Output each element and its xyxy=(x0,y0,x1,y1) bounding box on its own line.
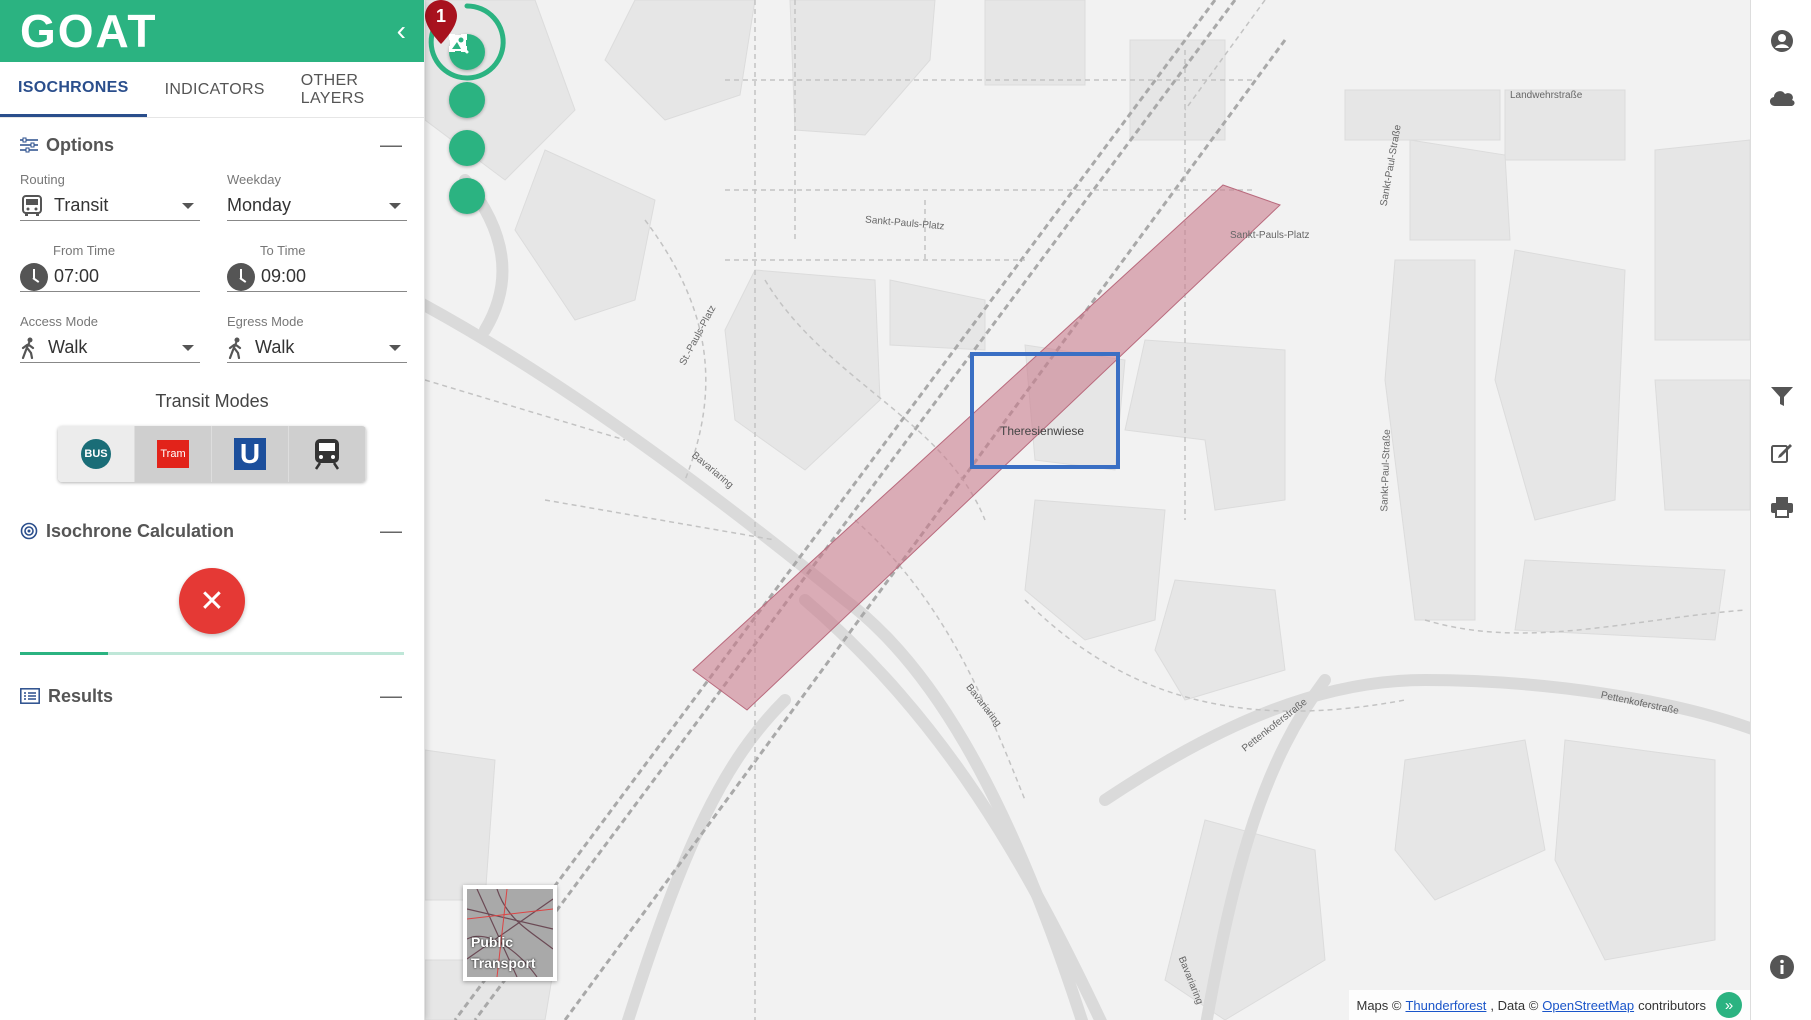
from-time-label: From Time xyxy=(53,243,116,258)
access-mode-label: Access Mode xyxy=(20,314,99,329)
print-button[interactable] xyxy=(1767,492,1797,522)
target-icon xyxy=(20,522,38,540)
egress-mode-value: Walk xyxy=(255,337,295,357)
train-icon xyxy=(314,439,340,470)
progress-fill xyxy=(20,652,109,655)
egress-mode-label: Egress Mode xyxy=(227,314,304,329)
clock-icon xyxy=(227,262,255,291)
mode-ubahn-button[interactable]: U xyxy=(212,426,289,482)
station-label: Theresienwiese xyxy=(1000,424,1085,438)
chevron-down-icon xyxy=(389,344,401,351)
close-icon: ✕ xyxy=(199,584,225,618)
routing-value: Transit xyxy=(54,195,109,215)
options-title: Options xyxy=(46,134,114,155)
cloud-button[interactable] xyxy=(1767,82,1797,112)
mode-tram-button[interactable]: Tram xyxy=(135,426,212,482)
attribution-suffix: contributors xyxy=(1638,997,1706,1013)
isochrone-calculation-header[interactable]: Isochrone Calculation — xyxy=(0,504,424,558)
to-time-label: To Time xyxy=(260,243,306,258)
results-title: Results xyxy=(48,685,114,706)
walk-icon xyxy=(21,337,35,359)
marker-number: 1 xyxy=(436,6,446,26)
list-icon xyxy=(20,688,40,704)
tab-bar: ISOCHRONES INDICATORS OTHER LAYERS xyxy=(0,62,424,118)
weekday-value: Monday xyxy=(227,195,292,215)
chevron-down-icon xyxy=(182,344,194,351)
basemap-label: Public Transport xyxy=(471,934,536,971)
edit-icon xyxy=(1771,444,1792,463)
isochrone-calculation-title: Isochrone Calculation xyxy=(46,520,235,541)
tram-badge-icon: Tram xyxy=(157,440,189,468)
map-attribution: Maps © Thunderforest , Data © OpenStreet… xyxy=(1348,990,1750,1020)
cancel-calculation-button[interactable]: ✕ xyxy=(179,568,245,634)
attribution-toggle-button[interactable]: » xyxy=(1716,992,1742,1018)
ubahn-badge-icon: U xyxy=(234,438,266,470)
options-header[interactable]: Options — xyxy=(0,118,424,172)
street-label: Landwehrstraße xyxy=(1510,90,1583,101)
mode-bus-button[interactable]: BUS xyxy=(58,426,135,482)
map-basemap xyxy=(425,0,1750,1020)
street-label: Sankt-Pauls-Platz xyxy=(1230,230,1310,241)
bus-icon xyxy=(22,194,42,216)
options-form: Routing Transit Weekday Monday From Time… xyxy=(0,172,424,385)
print-icon xyxy=(1771,497,1793,518)
sidebar: GOAT ‹ ISOCHRONES INDICATORS OTHER LAYER… xyxy=(0,0,425,1020)
top-bar: GOAT ‹ xyxy=(0,0,424,62)
tab-other-layers[interactable]: OTHER LAYERS xyxy=(283,62,424,117)
thunderforest-link[interactable]: Thunderforest xyxy=(1405,998,1486,1013)
to-time-value: 09:00 xyxy=(261,266,307,286)
transit-modes-title: Transit Modes xyxy=(155,391,269,411)
attribution-prefix: Maps © xyxy=(1356,997,1402,1013)
basemap-switcher-thumbnail[interactable]: Public Transport xyxy=(463,885,557,981)
routing-field[interactable]: Routing Transit xyxy=(20,172,200,221)
to-time-field[interactable]: To Time 09:00 xyxy=(227,243,407,292)
chevron-down-icon xyxy=(389,202,401,209)
cloud-icon xyxy=(1769,91,1795,106)
isochrone-collapse-icon[interactable]: — xyxy=(380,518,402,544)
options-collapse-icon[interactable]: — xyxy=(380,132,402,158)
clock-icon xyxy=(20,262,48,291)
results-collapse-icon[interactable]: — xyxy=(380,683,402,709)
tab-isochrones[interactable]: ISOCHRONES xyxy=(0,62,147,117)
account-button[interactable] xyxy=(1767,26,1797,56)
edit-button[interactable] xyxy=(1767,438,1797,468)
map-pin-icon[interactable]: 1 xyxy=(425,0,457,44)
account-circle-icon xyxy=(1771,30,1793,52)
map-canvas[interactable]: Landwehrstraße Sankt-Pauls-Platz Sankt-P… xyxy=(425,0,1750,1020)
bus-badge-icon: BUS xyxy=(81,439,111,469)
openstreetmap-link[interactable]: OpenStreetMap xyxy=(1542,998,1634,1013)
attribution-middle: , Data © xyxy=(1490,997,1539,1013)
filter-icon xyxy=(1771,387,1793,406)
weekday-label: Weekday xyxy=(227,172,281,187)
collapse-sidebar-button[interactable]: ‹ xyxy=(397,15,406,47)
mode-rail-button[interactable] xyxy=(289,426,366,482)
measure-button[interactable] xyxy=(449,35,485,166)
routing-label: Routing xyxy=(20,172,65,187)
tab-indicators[interactable]: INDICATORS xyxy=(147,62,283,117)
access-mode-value: Walk xyxy=(48,337,88,357)
walk-icon xyxy=(228,337,242,359)
app-logo: GOAT xyxy=(20,5,158,57)
transit-modes-toggle: BUS Tram U xyxy=(58,426,366,482)
info-button[interactable] xyxy=(1767,952,1797,982)
egress-mode-field[interactable]: Egress Mode Walk xyxy=(227,314,407,363)
chevron-down-icon xyxy=(182,202,194,209)
results-header[interactable]: Results — xyxy=(0,669,424,723)
options-sliders-icon xyxy=(20,137,38,153)
filter-button[interactable] xyxy=(1767,382,1797,412)
info-icon xyxy=(1770,955,1794,979)
weekday-field[interactable]: Weekday Monday xyxy=(227,172,407,221)
from-time-value: 07:00 xyxy=(54,266,100,286)
from-time-field[interactable]: From Time 07:00 xyxy=(20,243,200,292)
selection-highlight-box xyxy=(970,352,1120,469)
fullscreen-button[interactable] xyxy=(449,34,485,118)
calculation-progress-bar xyxy=(20,652,404,655)
right-toolbar xyxy=(1750,0,1811,1020)
access-mode-field[interactable]: Access Mode Walk xyxy=(20,314,200,363)
map-layers-button[interactable] xyxy=(449,35,485,214)
